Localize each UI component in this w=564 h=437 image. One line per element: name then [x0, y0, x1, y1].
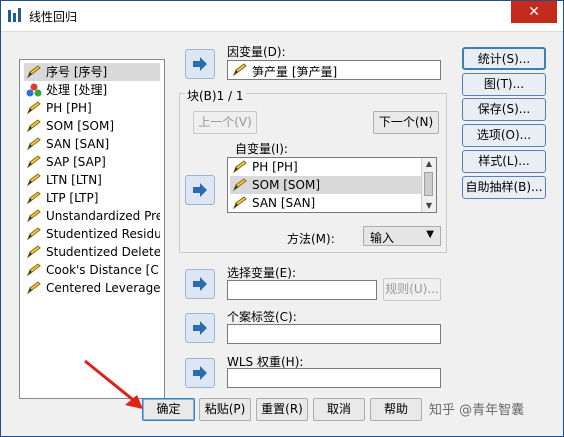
watermark: 知乎 @青年智囊 — [429, 403, 525, 418]
case-label-field[interactable] — [227, 324, 441, 344]
list-item-label: 序号 [序号] — [46, 65, 108, 79]
linear-regression-dialog: 线性回归 ✕ 序号 [序号] 处理 [处理] PH [PH] SOM [SOM] SAN… — [0, 0, 564, 437]
pencil-icon — [26, 65, 41, 79]
list-item-label: PH [PH] — [252, 160, 298, 174]
plots-button[interactable]: 图(T)... — [462, 73, 546, 96]
list-item[interactable]: LTP [LTP] — [24, 189, 160, 207]
list-item-label: Centered Leverage ... — [46, 281, 160, 295]
method-label: 方法(M): — [287, 232, 335, 246]
list-item-label: Cook's Distance [C... — [46, 263, 160, 277]
selection-label: 选择变量(E): — [227, 266, 296, 280]
pencil-icon — [26, 155, 41, 169]
list-item[interactable]: Centered Leverage ... — [24, 279, 160, 297]
independent-scrollbar[interactable]: ▲ ▼ — [421, 158, 436, 212]
list-item[interactable]: SAN [SAN] — [230, 194, 422, 212]
variable-list[interactable]: 序号 [序号] 处理 [处理] PH [PH] SOM [SOM] SAN [SAN] S… — [19, 59, 165, 399]
list-item[interactable]: SOM [SOM] — [230, 176, 422, 194]
list-item-label: 处理 [处理] — [46, 83, 108, 97]
pencil-icon — [26, 173, 41, 187]
next-block-button[interactable]: 下一个(N) — [373, 111, 439, 134]
wls-field[interactable] — [227, 368, 441, 388]
options-button[interactable]: 选项(O)... — [462, 124, 546, 147]
pencil-icon — [26, 209, 41, 223]
annotation-arrow-icon — [84, 359, 143, 409]
list-item-label: SOM [SOM] — [252, 178, 321, 192]
pencil-icon — [26, 191, 41, 205]
selection-field[interactable] — [227, 280, 377, 300]
statistics-button[interactable]: 统计(S)... — [462, 47, 546, 70]
pencil-icon — [232, 63, 247, 77]
style-button[interactable]: 样式(L)... — [462, 150, 546, 173]
list-item-label: Unstandardized Pre... — [46, 209, 160, 223]
chevron-down-icon: ▼ — [426, 229, 434, 240]
bootstrap-button[interactable]: 自助抽样(B)... — [462, 176, 546, 199]
list-item-label: SAN [SAN] — [252, 196, 316, 210]
right-arrow-icon — [193, 183, 207, 197]
list-item-label: LTP [LTP] — [46, 191, 99, 205]
list-item-label: SOM [SOM] — [46, 119, 115, 133]
list-item[interactable]: Studentized Deleted... — [24, 243, 160, 261]
list-item[interactable]: 序号 [序号] — [24, 63, 160, 81]
pencil-icon — [232, 196, 247, 210]
list-item-label: Studentized Residu... — [46, 227, 160, 241]
pencil-icon — [232, 160, 247, 174]
dependent-value: 笋产量 [笋产量] — [252, 65, 338, 79]
list-item-label: PH [PH] — [46, 101, 92, 115]
independent-list[interactable]: SAN [SAN] SOM [SOM] PH [PH] ▲ ▼ — [227, 157, 437, 213]
save-button[interactable]: 保存(S)... — [462, 98, 546, 121]
pencil-icon — [26, 101, 41, 115]
list-item-label: LTN [LTN] — [46, 173, 102, 187]
scroll-thumb[interactable] — [424, 172, 433, 196]
move-to-selection-button[interactable] — [185, 269, 215, 299]
dependent-field[interactable]: 笋产量 [笋产量] — [227, 60, 441, 80]
scroll-down-icon[interactable]: ▼ — [422, 200, 436, 212]
move-to-wls-button[interactable] — [185, 358, 215, 388]
pencil-icon — [26, 119, 41, 133]
rule-button[interactable]: 规则(U)... — [383, 278, 441, 301]
method-value: 输入 — [370, 231, 395, 245]
spss-app-icon — [8, 8, 21, 22]
move-to-dependent-button[interactable] — [185, 49, 215, 79]
right-arrow-icon — [193, 277, 207, 291]
scroll-up-icon[interactable]: ▲ — [422, 158, 436, 170]
list-item[interactable]: PH [PH] — [24, 99, 160, 117]
pencil-icon — [26, 227, 41, 241]
pencil-icon — [232, 178, 247, 192]
title-bar: 线性回归 ✕ — [1, 1, 563, 32]
list-item[interactable]: SOM [SOM] — [24, 117, 160, 135]
dependent-label: 因变量(D): — [227, 45, 286, 59]
move-to-independent-button[interactable] — [185, 175, 215, 205]
pencil-icon — [26, 137, 41, 151]
previous-block-button[interactable]: 上一个(V) — [193, 111, 257, 134]
method-select[interactable]: 输入 ▼ — [363, 226, 441, 246]
list-item[interactable]: PH [PH] — [230, 158, 422, 176]
list-item[interactable]: Cook's Distance [C... — [24, 261, 160, 279]
list-item[interactable]: LTN [LTN] — [24, 171, 160, 189]
list-item-label: SAP [SAP] — [46, 155, 106, 169]
close-button[interactable]: ✕ — [511, 1, 557, 23]
list-item[interactable]: Studentized Residu... — [24, 225, 160, 243]
window-title: 线性回归 — [29, 10, 78, 24]
cancel-button[interactable]: 取消 — [313, 398, 365, 421]
right-arrow-icon — [193, 57, 207, 71]
list-item[interactable]: 处理 [处理] — [24, 81, 160, 99]
pencil-icon — [26, 245, 41, 259]
right-arrow-icon — [193, 366, 207, 380]
list-item[interactable]: SAP [SAP] — [24, 153, 160, 171]
pencil-icon — [26, 281, 41, 295]
reset-button[interactable]: 重置(R) — [256, 398, 308, 421]
list-item-label: Studentized Deleted... — [46, 245, 160, 259]
nominal-balls-icon — [26, 83, 42, 97]
right-arrow-icon — [193, 321, 207, 335]
list-item-label: SAN [SAN] — [46, 137, 110, 151]
move-to-case-label-button[interactable] — [185, 313, 215, 343]
list-item[interactable]: Unstandardized Pre... — [24, 207, 160, 225]
case-label-label: 个案标签(C): — [227, 310, 297, 324]
list-item[interactable]: SAN [SAN] — [24, 135, 160, 153]
pencil-icon — [26, 263, 41, 277]
paste-button[interactable]: 粘贴(P) — [199, 398, 251, 421]
independent-label: 自变量(I): — [235, 142, 288, 156]
block-label: 块(B)1 / 1 — [185, 87, 246, 104]
help-button[interactable]: 帮助 — [370, 398, 422, 421]
